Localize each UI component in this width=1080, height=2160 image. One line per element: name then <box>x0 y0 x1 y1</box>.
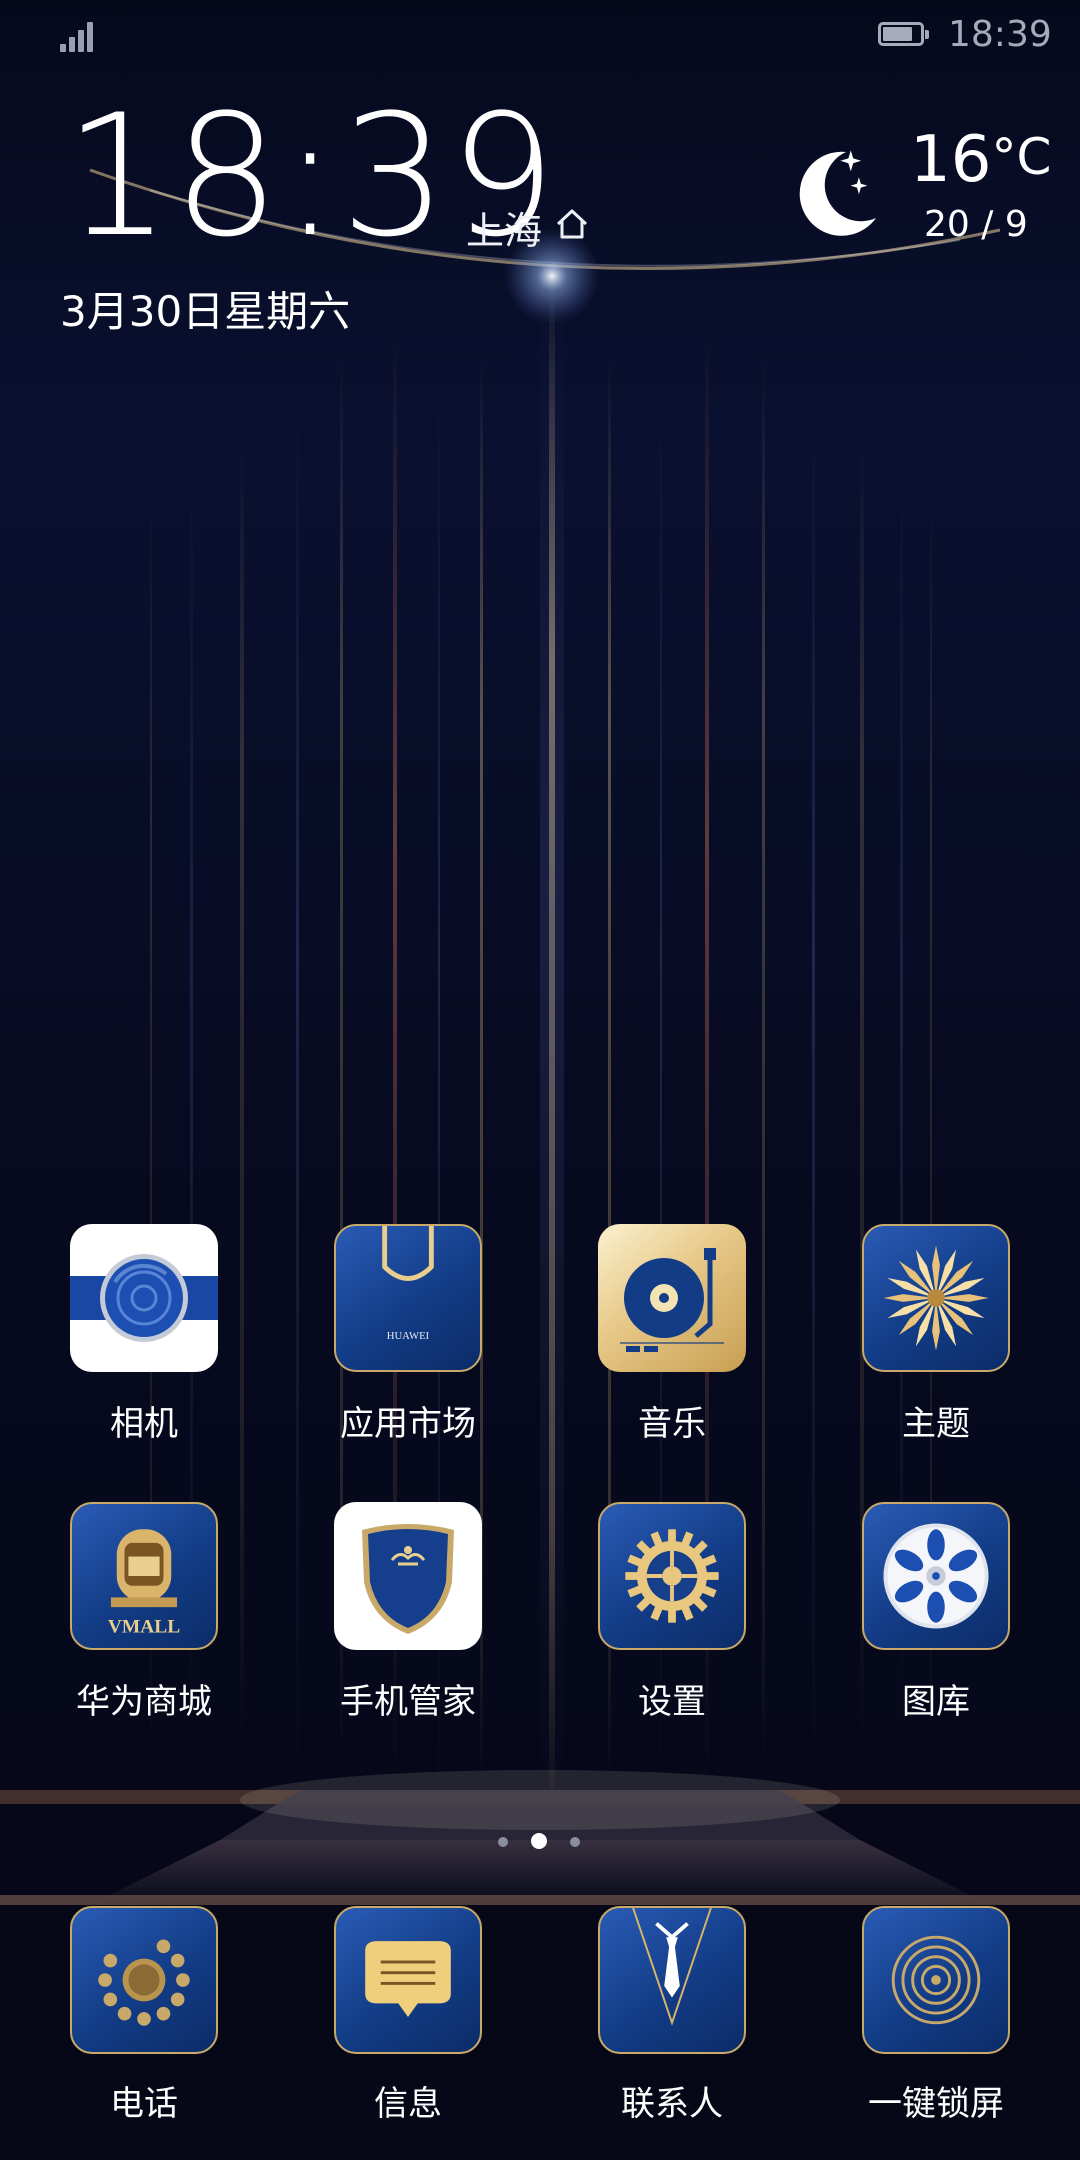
rotary-phone-icon[interactable] <box>70 1906 218 2054</box>
film-reel-icon[interactable] <box>862 1502 1010 1650</box>
moon-stars-icon[interactable] <box>788 140 888 240</box>
lock-rings-icon[interactable] <box>862 1906 1010 2054</box>
weather-temperature[interactable]: 16°C <box>910 128 1051 192</box>
signal-icon <box>60 18 100 52</box>
app-label: 主题 <box>902 1404 970 1444</box>
home-icon <box>556 209 588 239</box>
status-bar: 18:39 <box>0 0 1080 72</box>
clock-city: 上海 <box>466 209 543 253</box>
turntable-icon[interactable] <box>598 1224 746 1372</box>
shield-icon[interactable] <box>334 1502 482 1650</box>
page-dot[interactable] <box>570 1837 580 1847</box>
app-label: 信息 <box>374 2084 442 2124</box>
app-label: 华为商城 <box>76 1682 212 1722</box>
clock-date[interactable]: 3月30日星期六 <box>60 278 350 339</box>
suit-tie-icon[interactable] <box>598 1906 746 2054</box>
page-indicator[interactable] <box>0 1832 1080 1852</box>
vmall-icon[interactable]: VMALL <box>70 1502 218 1650</box>
flower-icon[interactable] <box>862 1224 1010 1372</box>
shopping-bag-icon[interactable]: HUAWEI <box>334 1224 482 1372</box>
huawei-text: HUAWEI <box>387 1330 430 1342</box>
weather-unit: °C <box>991 128 1052 186</box>
page-dot-active[interactable] <box>531 1833 547 1849</box>
app-label: 音乐 <box>638 1404 706 1444</box>
app-label: 应用市场 <box>340 1404 476 1444</box>
status-time: 18:39 <box>948 14 1052 55</box>
app-label: 手机管家 <box>340 1682 476 1722</box>
app-label: 电话 <box>110 2084 178 2124</box>
message-bubble-icon[interactable] <box>334 1906 482 2054</box>
battery-icon <box>878 22 930 48</box>
weather-range: 20 / 9 <box>924 204 1028 245</box>
app-label: 相机 <box>110 1404 178 1444</box>
camera-icon[interactable] <box>70 1224 218 1372</box>
vmall-text: VMALL <box>108 1616 180 1637</box>
home-screen: 18:39 18:39 上海 3月30日星期六 16°C 20 / 9 相机 H… <box>0 0 1080 2160</box>
page-dot[interactable] <box>498 1837 508 1847</box>
app-label: 图库 <box>902 1682 970 1722</box>
app-label: 一键锁屏 <box>868 2084 1004 2124</box>
app-label: 联系人 <box>621 2084 723 2124</box>
app-label: 设置 <box>638 1682 706 1722</box>
gear-icon[interactable] <box>598 1502 746 1650</box>
